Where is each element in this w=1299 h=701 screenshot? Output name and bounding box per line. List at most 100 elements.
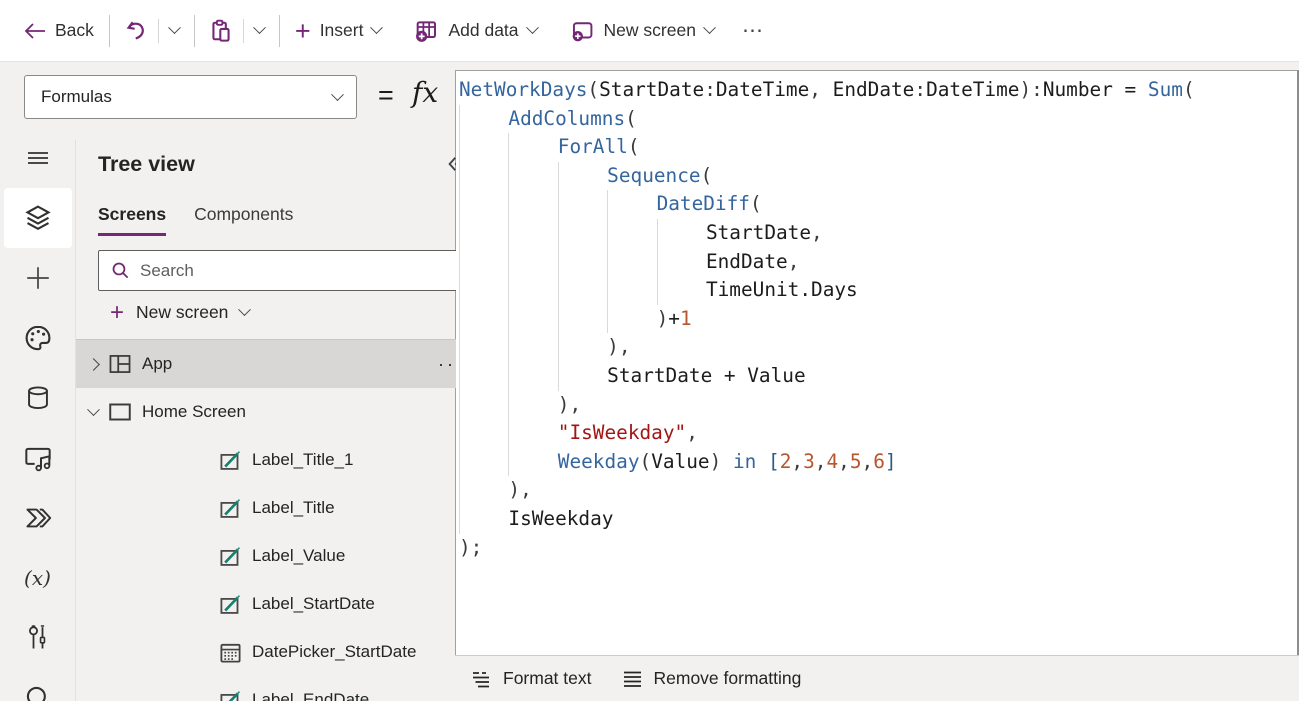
left-rail: (x) (0, 128, 75, 701)
search-input[interactable] (138, 260, 382, 282)
format-text-button[interactable]: Format text (471, 668, 592, 689)
format-text-icon (471, 670, 493, 688)
tree-new-screen-label: New screen (136, 302, 228, 323)
rail-item-power-automate[interactable] (0, 488, 75, 548)
insert-plus-icon (24, 264, 52, 292)
panel-title: Tree view (98, 152, 195, 177)
insert-button[interactable]: + Insert (295, 20, 382, 41)
tree-new-screen-button[interactable]: + New screen (110, 302, 249, 323)
media-icon (23, 444, 53, 472)
rail-item-advanced-tools[interactable] (0, 608, 75, 668)
paste-dropdown-chevron-icon[interactable] (253, 21, 266, 34)
toolbar-subdivider (243, 19, 244, 43)
tree-item-home screen[interactable]: Home Screen (76, 388, 456, 436)
rail-item-menu[interactable] (0, 128, 75, 188)
undo-button[interactable] (125, 20, 147, 42)
toolbar-subdivider (158, 19, 159, 43)
code-line: StartDate, (459, 219, 1297, 248)
add-data-button[interactable]: Add data (415, 19, 536, 43)
add-data-icon (415, 19, 439, 43)
tree-item-label-value[interactable]: Label_Value (76, 532, 456, 580)
tree-item-label-startdate[interactable]: Label_StartDate (76, 580, 456, 628)
back-button[interactable]: Back (24, 20, 94, 41)
code-line: ); (459, 534, 1297, 563)
tree-item-app[interactable]: App ··· (76, 340, 456, 388)
tree-item-label-enddate[interactable]: Label_EndDate (76, 676, 456, 701)
code-line: ForAll( (459, 133, 1297, 162)
tree-item-label-title-1[interactable]: Label_Title_1 (76, 436, 456, 484)
new-screen-chevron-icon (703, 21, 716, 34)
add-data-chevron-icon (526, 21, 539, 34)
palette-icon (24, 324, 52, 352)
tree-view-panel: Tree view Screens Components + New scree… (75, 140, 456, 701)
tree-item-label: Label_Value (252, 546, 345, 566)
power-automate-icon (24, 505, 52, 531)
formula-property-value: Formulas (41, 87, 112, 107)
rail-item-search[interactable] (0, 668, 75, 701)
label-icon (217, 546, 243, 567)
editor-footer: Format text Remove formatting (455, 655, 1299, 701)
more-icon: ⋯ (742, 18, 765, 43)
rail-item-insert-plus[interactable] (0, 248, 75, 308)
formula-property-dropdown[interactable]: Formulas (24, 75, 357, 119)
tree-item-label: Home Screen (142, 402, 246, 422)
code-line: AddColumns( (459, 105, 1297, 134)
chevron-right-icon[interactable] (87, 358, 100, 371)
tree-tabs: Screens Components (98, 204, 293, 236)
tree-item-label: Label_StartDate (252, 594, 375, 614)
tree-rows: App ··· Home Screen Label_Title_1 Label_Titl… (76, 340, 456, 701)
add-data-label: Add data (448, 20, 518, 41)
collapse-panel-icon[interactable] (444, 154, 456, 174)
tree-item-label: App (142, 354, 172, 374)
remove-formatting-icon (622, 670, 644, 688)
rail-item-data[interactable] (0, 368, 75, 428)
search-icon (111, 261, 130, 280)
tree-item-label: Label_Title_1 (252, 450, 353, 470)
tab-screens[interactable]: Screens (98, 204, 166, 236)
toolbar-divider (279, 15, 280, 47)
code-line: Weekday(Value) in [2,3,4,5,6] (459, 448, 1297, 477)
paste-button[interactable] (210, 19, 232, 43)
remove-formatting-button[interactable]: Remove formatting (622, 668, 802, 689)
search-icon (25, 685, 51, 701)
undo-dropdown-chevron-icon[interactable] (168, 21, 181, 34)
new-screen-button[interactable]: New screen (571, 20, 714, 42)
rail-item-palette[interactable] (0, 308, 75, 368)
tab-components[interactable]: Components (194, 204, 293, 236)
code-line: ), (459, 333, 1297, 362)
datepicker-icon (217, 642, 243, 663)
label-icon (217, 690, 243, 701)
paste-icon (210, 19, 232, 43)
rail-item-variables[interactable]: (x) (0, 548, 75, 608)
code-line: )+1 (459, 305, 1297, 334)
tree-item-label: Label_EndDate (252, 690, 369, 701)
rail-item-media[interactable] (0, 428, 75, 488)
screen-icon (107, 402, 133, 422)
chevron-down-icon[interactable] (87, 403, 100, 416)
insert-label: Insert (320, 20, 364, 41)
tree-item-datepicker-startdate[interactable]: DatePicker_StartDate (76, 628, 456, 676)
top-toolbar: Back + Insert Add data New screen (0, 0, 1299, 62)
code-line: ), (459, 391, 1297, 420)
menu-icon (25, 145, 51, 171)
label-icon (217, 498, 243, 519)
code-line: Sequence( (459, 162, 1297, 191)
remove-formatting-label: Remove formatting (654, 668, 802, 689)
tree-item-label-title[interactable]: Label_Title (76, 484, 456, 532)
code-line: EndDate, (459, 248, 1297, 277)
rail-item-tree-view[interactable] (4, 188, 72, 248)
equals-sign: = (378, 80, 394, 111)
back-label: Back (55, 20, 94, 41)
app-icon (107, 353, 133, 375)
tree-item-label: Label_Title (252, 498, 335, 518)
label-icon (217, 594, 243, 615)
formula-editor[interactable]: NetWorkDays(StartDate:DateTime, EndDate:… (455, 70, 1299, 655)
code-line: StartDate + Value (459, 362, 1297, 391)
toolbar-divider (109, 15, 110, 47)
more-commands-button[interactable]: ⋯ (742, 18, 765, 43)
tree-view-icon (24, 204, 52, 232)
item-more-options-button[interactable]: ··· (438, 354, 456, 375)
tree-search-box (98, 250, 456, 291)
insert-chevron-icon (371, 21, 384, 34)
code-line: IsWeekday (459, 505, 1297, 534)
